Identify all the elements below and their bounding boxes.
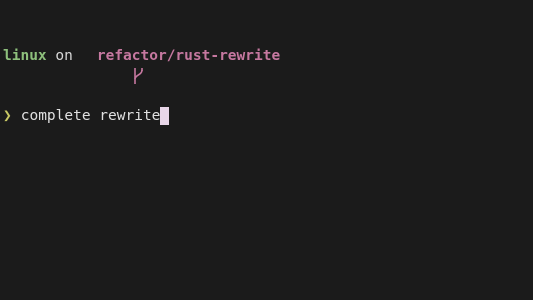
prompt-status-line: linux on refactor/rust-rewrite	[3, 46, 533, 84]
current-directory: linux	[3, 48, 47, 64]
on-label: on	[55, 48, 73, 64]
command-input[interactable]: complete rewrite	[21, 106, 161, 126]
prompt-symbol: ❯	[3, 108, 12, 124]
git-branch-icon	[79, 47, 144, 84]
git-branch-name: refactor/rust-rewrite	[96, 48, 281, 64]
command-input-line[interactable]: ❯ complete rewrite	[3, 106, 533, 126]
text-cursor	[160, 107, 170, 125]
terminal-window[interactable]: linux on refactor/rust-rewrite ❯ complete…	[0, 0, 533, 300]
